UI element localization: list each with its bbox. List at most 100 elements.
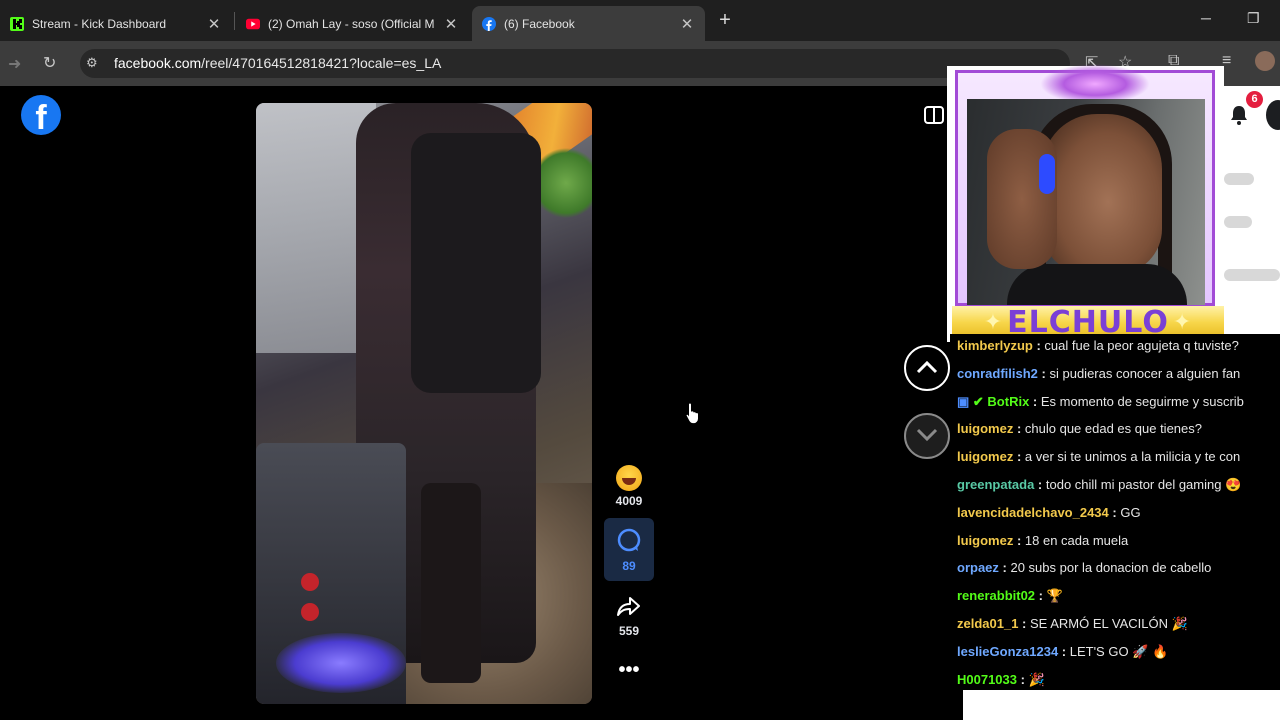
new-tab-button[interactable]: + bbox=[716, 9, 734, 31]
chat-username[interactable]: kimberlyzup bbox=[957, 338, 1033, 353]
tab-title: Stream - Kick Dashboard bbox=[32, 16, 167, 31]
video-frame-vest bbox=[411, 133, 541, 393]
chat-text: chulo que edad es que tienes? bbox=[1024, 421, 1202, 437]
chat-username[interactable]: BotRix bbox=[987, 394, 1029, 409]
chat-message: ▣ ✔ BotRix : Es momento de seguirme y su… bbox=[957, 394, 1244, 410]
chat-text: LET'S GO 🚀 🔥 bbox=[1069, 643, 1169, 659]
next-reel-button[interactable] bbox=[904, 413, 950, 459]
chat-text: 🎉 bbox=[1028, 671, 1045, 687]
chat-username[interactable]: luigomez bbox=[957, 421, 1013, 436]
bot-badge-icon: ▣ bbox=[957, 393, 973, 409]
browser-window: Stream - Kick Dashboard ✕ (2) Omah Lay -… bbox=[0, 0, 1280, 720]
reactions-button[interactable]: 4009 bbox=[604, 465, 654, 508]
chat-username[interactable]: lavencidadelchavo_2434 bbox=[957, 505, 1109, 520]
chat-message: greenpatada : todo chill mi pastor del g… bbox=[957, 477, 1241, 493]
chat-separator: : bbox=[998, 560, 1011, 576]
tab-strip: Stream - Kick Dashboard ✕ (2) Omah Lay -… bbox=[0, 0, 1280, 41]
tab-title: (6) Facebook bbox=[504, 16, 575, 31]
tab-title: (2) Omah Lay - soso (Official M bbox=[268, 16, 435, 31]
chat-text: 🏆 bbox=[1046, 588, 1063, 604]
facebook-home-logo-icon[interactable]: f bbox=[21, 95, 61, 135]
chat-message: orpaez : 20 subs por la donacion de cabe… bbox=[957, 560, 1211, 575]
chat-separator: : bbox=[1058, 643, 1070, 659]
chat-text: Es momento de seguirme y suscrib bbox=[1040, 393, 1244, 409]
tab-kick-dashboard[interactable]: Stream - Kick Dashboard ✕ bbox=[0, 6, 232, 41]
sparkle-icon: ✦ bbox=[1172, 310, 1193, 335]
site-settings-icon[interactable]: ⚙ bbox=[86, 55, 98, 71]
chat-separator: : bbox=[1108, 504, 1121, 520]
reactions-count: 4009 bbox=[615, 494, 643, 508]
chat-separator: : bbox=[1013, 532, 1025, 548]
webcam-hand bbox=[987, 129, 1057, 269]
comments-button[interactable]: 89 bbox=[604, 518, 654, 581]
chevron-up-icon bbox=[916, 360, 938, 374]
chat-username[interactable]: luigomez bbox=[957, 533, 1013, 548]
chat-message: H0071033 : 🎉 bbox=[957, 672, 1045, 688]
overlay-star-decoration bbox=[1040, 64, 1150, 104]
video-frame-speaker-glow bbox=[276, 633, 406, 693]
notifications-badge: 6 bbox=[1246, 91, 1263, 108]
comments-count: 89 bbox=[622, 559, 636, 573]
facebook-logo-icon bbox=[482, 16, 496, 31]
loading-placeholder bbox=[1224, 173, 1254, 185]
chat-username[interactable]: greenpatada bbox=[957, 477, 1034, 492]
chat-username[interactable]: luigomez bbox=[957, 449, 1013, 464]
video-frame-plant bbox=[536, 143, 592, 223]
minimize-window-icon[interactable]: ─ bbox=[1201, 10, 1211, 26]
chat-separator: : bbox=[1013, 449, 1025, 465]
chat-text: si pudieras conocer a alguien fan bbox=[1049, 365, 1241, 381]
chat-separator: : bbox=[1018, 616, 1030, 631]
chat-username[interactable]: H0071033 bbox=[957, 672, 1017, 687]
chat-text: GG bbox=[1120, 504, 1141, 520]
chat-username[interactable]: conradfilish2 bbox=[957, 366, 1038, 381]
close-tab-icon[interactable]: ✕ bbox=[443, 15, 459, 33]
chat-message: zelda01_1 : SE ARMÓ EL VACILÓN 🎉 bbox=[957, 616, 1188, 632]
webcam-shirt bbox=[1007, 264, 1187, 305]
chat-message: renerabbit02 : 🏆 bbox=[957, 588, 1063, 604]
reel-video-player[interactable] bbox=[256, 103, 592, 704]
share-arrow-icon bbox=[604, 595, 654, 624]
youtube-logo-icon bbox=[246, 17, 260, 31]
previous-reel-button[interactable] bbox=[904, 345, 950, 391]
notifications-bell-icon[interactable] bbox=[1229, 104, 1249, 126]
chat-text: cual fue la peor agujeta q tuviste? bbox=[1044, 338, 1239, 353]
video-frame-speaker-light bbox=[301, 573, 319, 591]
close-tab-icon[interactable]: ✕ bbox=[206, 15, 222, 33]
shares-count: 559 bbox=[618, 624, 640, 638]
more-options-icon[interactable]: ••• bbox=[604, 660, 654, 680]
tab-facebook[interactable]: (6) Facebook ✕ bbox=[472, 6, 705, 41]
chat-message: lavencidadelchavo_2434 : GG bbox=[957, 505, 1141, 520]
chat-text: 18 en cada muela bbox=[1024, 532, 1129, 548]
share-button[interactable]: 559 bbox=[604, 595, 654, 638]
close-tab-icon[interactable]: ✕ bbox=[679, 15, 695, 33]
video-frame-leg bbox=[421, 483, 481, 683]
reload-icon[interactable]: ↻ bbox=[43, 53, 56, 73]
chat-username[interactable]: leslieGonza1234 bbox=[957, 644, 1058, 659]
toggle-sidebar-icon[interactable] bbox=[924, 105, 944, 125]
chat-separator: : bbox=[1032, 338, 1045, 353]
chat-text: a ver si te unimos a la milicia y te con bbox=[1024, 449, 1241, 465]
chat-message: conradfilish2 : si pudieras conocer a al… bbox=[957, 366, 1240, 381]
chat-text: SE ARMÓ EL VACILÓN 🎉 bbox=[1030, 616, 1188, 631]
forward-arrow-icon[interactable]: ➜ bbox=[8, 54, 21, 74]
chat-separator: : bbox=[1013, 421, 1025, 437]
chat-separator: : bbox=[1029, 393, 1041, 409]
chat-message: luigomez : a ver si te unimos a la milic… bbox=[957, 449, 1240, 464]
comment-bubble-icon bbox=[604, 528, 654, 559]
chat-separator: : bbox=[1017, 671, 1029, 687]
tab-separator bbox=[234, 12, 235, 30]
chat-message: kimberlyzup : cual fue la peor agujeta q… bbox=[957, 338, 1239, 353]
video-frame-speaker-light bbox=[301, 603, 319, 621]
chat-username[interactable]: orpaez bbox=[957, 560, 999, 575]
chat-message: leslieGonza1234 : LET'S GO 🚀 🔥 bbox=[957, 644, 1168, 660]
chat-username[interactable]: renerabbit02 bbox=[957, 588, 1035, 603]
chat-separator: : bbox=[1035, 588, 1047, 604]
laughing-emoji-icon bbox=[616, 465, 642, 491]
tab-youtube-omah-lay[interactable]: (2) Omah Lay - soso (Official M ✕ bbox=[236, 6, 469, 41]
profile-avatar-icon[interactable] bbox=[1255, 51, 1275, 71]
hand-pointer-cursor-icon bbox=[685, 402, 701, 425]
restore-window-icon[interactable]: ❐ bbox=[1247, 10, 1260, 27]
url-text[interactable]: facebook.com/reel/470164512818421?locale… bbox=[114, 55, 441, 71]
chat-username[interactable]: zelda01_1 bbox=[957, 616, 1018, 631]
kick-logo-icon bbox=[10, 16, 24, 31]
